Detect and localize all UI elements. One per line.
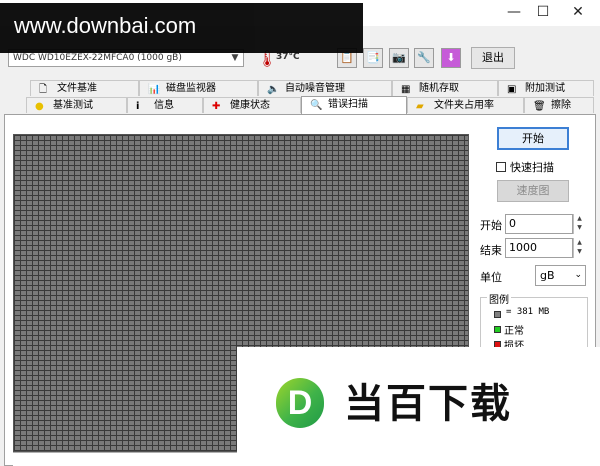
tab-aam[interactable]: 🔈 自动噪音管理 [258, 80, 392, 96]
file-icon: 🗋 [39, 84, 48, 95]
end-spinner[interactable]: ▲ ▼ [573, 238, 585, 258]
monitor-chart-icon: 📊 [148, 84, 161, 95]
start-input[interactable]: 0 [505, 214, 573, 234]
end-input[interactable]: 1000 [505, 238, 573, 258]
health-cross-icon: ✚ [212, 101, 221, 112]
unit-select[interactable]: gB ⌄ [535, 265, 586, 286]
magnifier-icon: 🔍 [310, 100, 323, 111]
legend-ok-swatch [494, 326, 501, 333]
maximize-button[interactable]: ☐ [526, 0, 560, 26]
speed-map-button[interactable]: 速度图 [497, 180, 569, 202]
copy-all-icon[interactable]: 📑 [363, 48, 383, 68]
quick-scan-checkbox[interactable] [496, 162, 506, 172]
end-field-label: 结束 [480, 244, 502, 257]
start-scan-button[interactable]: 开始 [497, 127, 569, 150]
tab-disk-monitor[interactable]: 📊 磁盘监视器 [139, 80, 258, 96]
start-field-label: 开始 [480, 219, 502, 232]
camera-icon[interactable]: 📷 [389, 48, 409, 68]
tab-folder-usage[interactable]: ▰ 文件夹占用率 [407, 97, 524, 113]
temperature-value: 37°C [276, 52, 300, 62]
extra-icon: ▣ [507, 84, 517, 95]
folder-icon: ▰ [416, 101, 424, 112]
tab-info[interactable]: i 信息 [127, 97, 203, 113]
save-down-arrow-icon[interactable]: ⬇ [441, 48, 461, 68]
tab-extra-tests[interactable]: ▣ 附加测试 [498, 80, 594, 96]
access-icon: ▦ [401, 84, 411, 95]
legend-ok-label: 正常 [504, 326, 524, 337]
quick-scan-label: 快速扫描 [510, 161, 554, 174]
exit-button[interactable]: 退出 [471, 47, 515, 69]
tab-random-access[interactable]: ▦ 随机存取 [392, 80, 498, 96]
watermark-site: www.downbai.com [0, 3, 363, 53]
close-button[interactable]: ✕ [561, 0, 595, 26]
legend-block-swatch [494, 311, 501, 318]
watermark-brand-text: 当百下载 [344, 381, 512, 427]
trash-icon: 🗑 [533, 101, 546, 112]
start-spinner[interactable]: ▲ ▼ [573, 214, 585, 234]
options-icon[interactable]: 🔧 [414, 48, 434, 68]
tab-health[interactable]: ✚ 健康状态 [203, 97, 301, 113]
legend-block-size: = 381 MB [506, 307, 550, 317]
legend-title: 图例 [487, 291, 511, 306]
end-input-value: 1000 [509, 241, 537, 254]
info-icon: i [136, 101, 140, 112]
tab-error-scan[interactable]: 🔍 错误扫描 [301, 96, 407, 114]
unit-select-value: gB [540, 269, 555, 282]
chevron-down-icon: ⌄ [574, 270, 582, 280]
drive-select-value: WDC WD10EZEX-22MFCA0 (1000 gB) [13, 53, 182, 63]
tab-erase[interactable]: 🗑 擦除 [524, 97, 594, 113]
speaker-icon: 🔈 [267, 84, 280, 95]
tab-file-benchmark[interactable]: 🗋 文件基准 [30, 80, 139, 96]
start-input-value: 0 [509, 217, 516, 230]
unit-label: 单位 [480, 271, 502, 284]
tab-benchmark[interactable]: ● 基准测试 [26, 97, 127, 113]
watermark-logo-icon: D [276, 378, 324, 428]
bulb-icon: ● [35, 101, 44, 112]
